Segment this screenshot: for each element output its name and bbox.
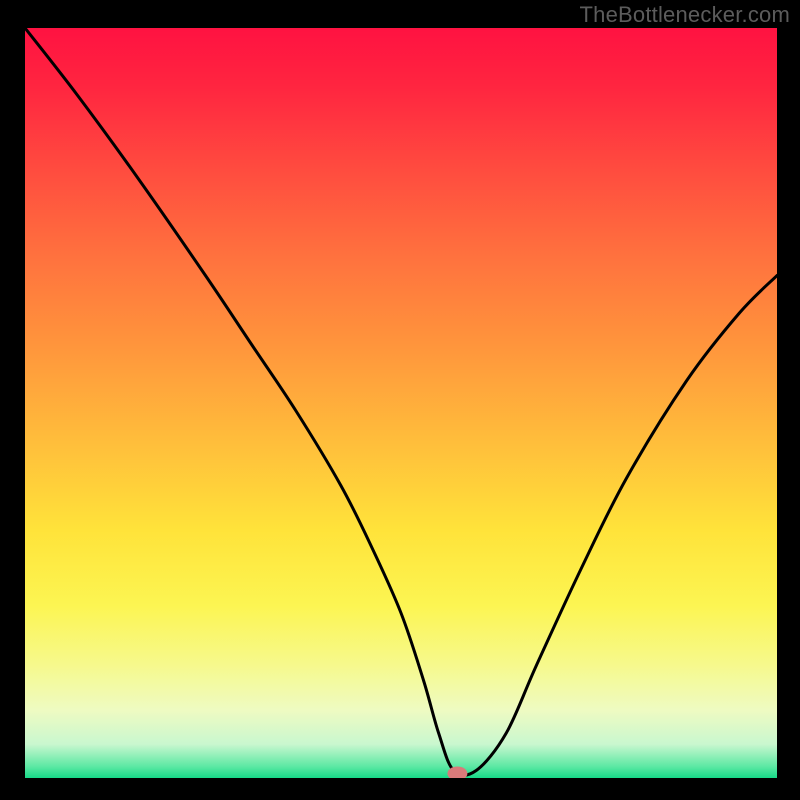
bottleneck-chart <box>25 28 777 778</box>
gradient-background <box>25 28 777 778</box>
plot-area <box>25 28 777 778</box>
attribution-label: TheBottlenecker.com <box>580 2 790 28</box>
chart-frame: TheBottlenecker.com <box>0 0 800 800</box>
